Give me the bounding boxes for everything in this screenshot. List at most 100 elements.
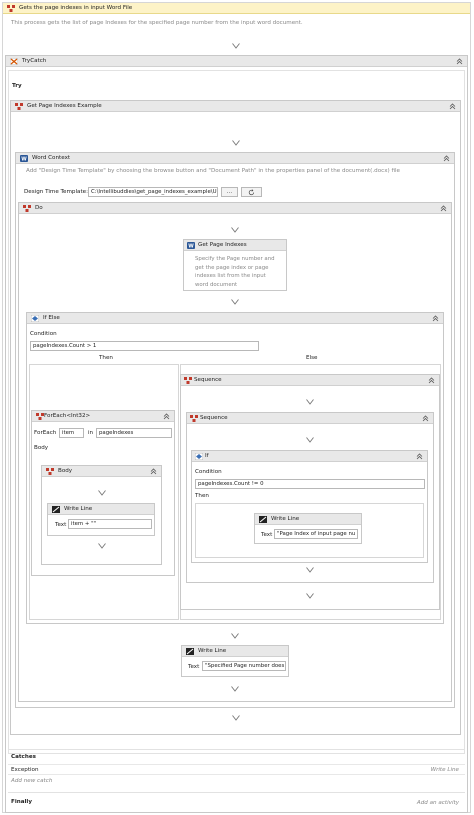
if-else-condition-input[interactable]: pageIndexes.Count > 1: [30, 341, 259, 351]
sequence-icon: [190, 415, 198, 422]
word-icon: W: [187, 242, 195, 249]
word-context-header[interactable]: W Word Context: [16, 153, 454, 164]
trycatch-icon: [10, 58, 18, 65]
if-else-then-label: Then: [99, 355, 113, 361]
body-title: Body: [58, 468, 73, 474]
finally-label: Finally: [11, 799, 32, 805]
else-sequence-header[interactable]: Sequence: [181, 375, 439, 386]
refresh-button[interactable]: [241, 187, 262, 197]
word-context-title: Word Context: [32, 155, 71, 161]
write-line-2-text-label: Text: [261, 532, 273, 538]
collapse-chevron-icon[interactable]: [443, 155, 450, 162]
collapse-chevron-icon[interactable]: [163, 413, 170, 420]
collapse-chevron-icon[interactable]: [416, 453, 423, 460]
write-line-2-activity[interactable]: Write Line Text "Page Index of input pag…: [254, 513, 362, 544]
word-icon: W: [20, 155, 28, 162]
foreach-body-label: Body: [34, 445, 49, 451]
if-title: If: [205, 453, 209, 459]
word-context-hint: Add "Design Time Template" by choosing t…: [26, 168, 400, 174]
root-sequence-title: Gets the page indexes in input Word File: [19, 5, 133, 11]
browse-button[interactable]: ...: [221, 187, 238, 197]
if-else-icon: [31, 315, 39, 322]
if-condition-input[interactable]: pageIndexes.Count != 0: [195, 479, 425, 489]
sequence-icon: [23, 205, 31, 212]
collapse-chevron-icon[interactable]: [422, 415, 429, 422]
drop-arrow-icon[interactable]: [232, 715, 240, 721]
foreach-label: ForEach: [34, 430, 57, 436]
exception-action[interactable]: Write Line: [431, 767, 459, 773]
write-line-2-header[interactable]: Write Line: [255, 514, 361, 525]
refresh-icon: [248, 189, 255, 196]
finally-section: Finally Add an activity: [8, 792, 465, 812]
if-else-header[interactable]: If Else: [27, 313, 443, 324]
sequence-icon: [36, 413, 44, 420]
get-page-indexes-activity[interactable]: W Get Page Indexes Specify the Page numb…: [183, 239, 287, 291]
drop-arrow-icon[interactable]: [306, 399, 314, 405]
collapse-chevron-icon[interactable]: [432, 315, 439, 322]
exception-label: Exception: [11, 767, 39, 773]
write-line-icon: [186, 648, 194, 655]
if-then-label: Then: [195, 493, 209, 499]
foreach-collection-input[interactable]: pageIndexes: [96, 428, 172, 438]
collapse-chevron-icon[interactable]: [440, 205, 447, 212]
inner-sequence-header[interactable]: Sequence: [187, 413, 433, 424]
inner-sequence-title: Sequence: [200, 415, 228, 421]
foreach-header[interactable]: ForEach<Int32>: [32, 411, 174, 422]
add-new-catch-link[interactable]: Add new catch: [11, 778, 52, 784]
write-line-icon: [259, 516, 267, 523]
if-condition-label: Condition: [195, 469, 222, 475]
write-line-1-activity[interactable]: Write Line Text item + "": [47, 503, 155, 536]
write-line-3-text-label: Text: [188, 664, 200, 670]
try-label: Try: [12, 83, 22, 89]
write-line-3-activity[interactable]: Write Line Text "Specified Page number d…: [181, 645, 289, 677]
if-activity[interactable]: If Condition pageIndexes.Count != 0 Then: [191, 450, 428, 563]
get-page-indexes-title: Get Page Indexes: [198, 242, 247, 248]
write-line-1-header[interactable]: Write Line: [48, 504, 154, 515]
exception-row[interactable]: Exception Write Line: [8, 764, 465, 775]
write-line-1-text-input[interactable]: item + "": [68, 519, 152, 529]
drop-arrow-icon[interactable]: [231, 299, 239, 305]
add-activity-link[interactable]: Add an activity: [417, 800, 459, 806]
catches-label: Catches: [11, 754, 36, 760]
drop-arrow-icon[interactable]: [232, 140, 240, 146]
drop-arrow-icon[interactable]: [98, 490, 106, 496]
example-sequence-header[interactable]: Get Page Indexes Example: [11, 101, 460, 112]
sequence-icon: [184, 377, 192, 384]
sequence-icon: [15, 103, 23, 110]
get-page-indexes-description: Specify the Page number and get the page…: [195, 256, 275, 288]
write-line-icon: [52, 506, 60, 513]
drop-arrow-icon[interactable]: [98, 543, 106, 549]
body-header[interactable]: Body: [42, 466, 161, 477]
design-time-template-input[interactable]: C:\Intellibuddies\get_page_indexes_examp…: [88, 187, 218, 197]
collapse-chevron-icon[interactable]: [150, 468, 157, 475]
drop-arrow-icon[interactable]: [306, 567, 314, 573]
drop-arrow-icon[interactable]: [232, 43, 240, 49]
do-header[interactable]: Do: [19, 203, 451, 214]
sequence-icon: [46, 468, 54, 475]
if-else-title: If Else: [43, 315, 60, 321]
drop-arrow-icon[interactable]: [306, 437, 314, 443]
trycatch-header[interactable]: TryCatch: [6, 56, 467, 67]
foreach-item-input[interactable]: item: [59, 428, 84, 438]
write-line-3-header[interactable]: Write Line: [182, 646, 288, 657]
write-line-1-title: Write Line: [64, 506, 93, 512]
write-line-2-title: Write Line: [271, 516, 300, 522]
get-page-indexes-header[interactable]: W Get Page Indexes: [184, 240, 286, 251]
collapse-chevron-icon[interactable]: [428, 377, 435, 384]
svg-text:W: W: [21, 157, 27, 162]
drop-arrow-icon[interactable]: [231, 633, 239, 639]
drop-arrow-icon[interactable]: [231, 227, 239, 233]
collapse-chevron-icon[interactable]: [449, 103, 456, 110]
write-line-3-text-input[interactable]: "Specified Page number does: [202, 661, 286, 671]
write-line-2-text-input[interactable]: "Page Index of input page nu: [274, 529, 358, 539]
sequence-icon: [7, 5, 15, 12]
write-line-1-text-label: Text: [55, 522, 67, 528]
drop-arrow-icon[interactable]: [231, 686, 239, 692]
if-header[interactable]: If: [192, 451, 427, 462]
catches-section: Catches Exception Write Line Add new cat…: [8, 749, 465, 787]
root-sequence-header[interactable]: Gets the page indexes in input Word File: [3, 3, 470, 14]
collapse-chevron-icon[interactable]: [456, 58, 463, 65]
root-sequence-description: This process gets the list of page Index…: [11, 20, 303, 26]
drop-arrow-icon[interactable]: [306, 593, 314, 599]
foreach-title: ForEach<Int32>: [44, 413, 91, 419]
